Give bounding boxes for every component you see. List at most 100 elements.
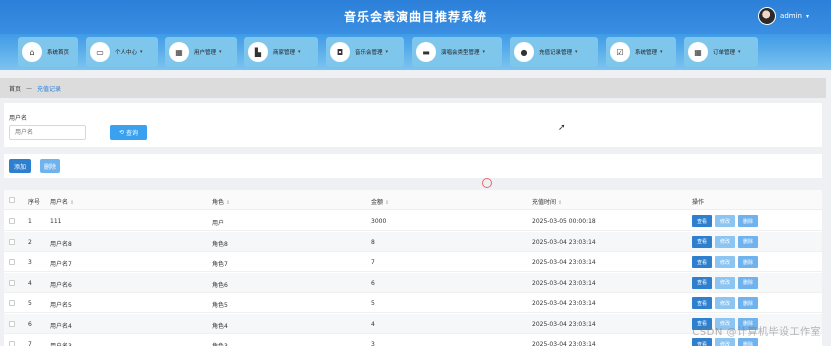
breadcrumb-current: 充值记录 [37, 85, 62, 93]
edit-button[interactable]: 修改 [715, 297, 735, 309]
row-checkbox[interactable] [9, 341, 15, 346]
nav-item-label: 演唱会类型管理 [441, 50, 480, 56]
delete-button[interactable]: 删除 [738, 338, 758, 346]
cell-time: 2025-03-04 23:03:14 [532, 320, 596, 328]
cell-role: 角色3 [212, 341, 228, 346]
username-label[interactable]: admin [780, 12, 802, 20]
header-ops: 操作 [692, 199, 705, 206]
view-button[interactable]: 查看 [692, 297, 712, 309]
chevron-down-icon: ▾ [575, 49, 578, 55]
nav-item-label: 个人中心 [115, 50, 138, 56]
cell-username: 111 [50, 218, 62, 225]
delete-button[interactable]: 删除 [738, 235, 758, 248]
delete-button[interactable]: 删除 [738, 276, 758, 289]
edit-button[interactable]: 修改 [715, 338, 735, 346]
window-icon: ▭ [90, 42, 110, 62]
action-bar: 添加 删除 [4, 154, 822, 178]
chevron-down-icon: ▾ [738, 49, 741, 55]
table-row[interactable]: 5 用户名5 角色5 5 2025-03-04 23:03:14 查看 修改 删除 [4, 293, 822, 313]
nav-item-label: 系统首页 [47, 50, 70, 56]
delete-button[interactable]: 删除 [738, 215, 758, 227]
search-button-label: 查询 [126, 130, 139, 137]
cell-amount: 6 [371, 279, 375, 287]
edit-button[interactable]: 修改 [715, 215, 735, 227]
nav-item-2[interactable]: ▦ 用户管理 ▾ [165, 37, 237, 67]
nav-item-label: 订单管理 [713, 50, 736, 56]
row-checkbox[interactable] [9, 279, 15, 286]
cell-amount: 8 [371, 238, 375, 246]
main-nav: ⌂ 系统首页 ▭ 个人中心 ▾ ▦ 用户管理 ▾ ▙ 商家管理 ▾ ◘ 音乐会管理 ▾ ▬ 演唱会类型管理 ▾ ●… [0, 34, 831, 70]
cell-index: 1 [28, 218, 32, 225]
cell-amount: 5 [371, 300, 375, 307]
cell-role: 角色7 [212, 261, 228, 268]
chevron-down-icon: ▾ [385, 49, 389, 55]
cell-amount: 3 [371, 341, 375, 346]
cell-time: 2025-03-04 23:03:14 [532, 238, 596, 246]
cell-index: 4 [28, 279, 32, 287]
cell-index: 6 [28, 320, 32, 328]
cell-role: 角色4 [212, 322, 228, 330]
nav-item-0[interactable]: ⌂ 系统首页 [18, 37, 78, 67]
search-label: 用户名 [9, 115, 28, 122]
search-button[interactable]: ⟲ 查询 [110, 125, 147, 140]
nav-item-3[interactable]: ▙ 商家管理 ▾ [244, 37, 318, 67]
table-row[interactable]: 2 用户名8 角色8 8 2025-03-04 23:03:14 查看 修改 删除 [4, 231, 822, 252]
monitor-icon: ▬ [416, 42, 436, 62]
view-button[interactable]: 查看 [692, 338, 712, 346]
chevron-down-icon: ▾ [219, 49, 222, 55]
nav-item-8[interactable]: ▦ 订单管理 ▾ [684, 37, 758, 67]
row-checkbox[interactable] [9, 218, 15, 224]
cell-username: 用户名5 [50, 302, 72, 309]
user-menu[interactable]: admin ▾ [758, 7, 809, 25]
row-checkbox[interactable] [9, 259, 15, 265]
row-checkbox[interactable] [9, 238, 15, 245]
bulk-delete-button[interactable]: 删除 [40, 159, 60, 173]
sort-icon: ⇕ [558, 200, 563, 206]
grid-icon: ▦ [688, 42, 708, 62]
delete-button[interactable]: 删除 [738, 256, 758, 268]
delete-button[interactable]: 删除 [738, 297, 758, 309]
search-input[interactable] [9, 125, 86, 140]
header-role[interactable]: 角色 ⇕ [212, 197, 230, 206]
loading-spinner-icon [482, 178, 492, 188]
chevron-down-icon[interactable]: ▾ [806, 13, 809, 20]
cell-time: 2025-03-04 23:03:14 [532, 279, 596, 287]
edit-button[interactable]: 修改 [715, 235, 735, 248]
nav-item-7[interactable]: ☑ 系统管理 ▾ [606, 37, 676, 67]
table-row[interactable]: 1 111 用户 3000 2025-03-05 00:00:18 查看 修改 删除 [4, 211, 822, 231]
add-button[interactable]: 添加 [9, 159, 31, 173]
chart-icon: ▙ [248, 42, 268, 62]
nav-item-label: 系统管理 [635, 50, 658, 56]
header-username[interactable]: 用户名 ⇕ [50, 197, 74, 206]
view-button[interactable]: 查看 [692, 235, 712, 248]
cell-username: 用户名3 [50, 341, 72, 346]
table-row[interactable]: 3 用户名7 角色7 7 2025-03-04 23:03:14 查看 修改 删除 [4, 252, 822, 272]
header-time[interactable]: 充值时间 ⇕ [532, 197, 562, 206]
cell-time: 2025-03-05 00:00:18 [532, 218, 596, 225]
table-row[interactable]: 4 用户名6 角色6 6 2025-03-04 23:03:14 查看 修改 删除 [4, 272, 822, 293]
row-checkbox[interactable] [9, 300, 15, 306]
cell-role: 角色5 [212, 302, 228, 309]
row-checkbox[interactable] [9, 320, 15, 327]
nav-item-1[interactable]: ▭ 个人中心 ▾ [86, 37, 158, 67]
edit-button[interactable]: 修改 [715, 256, 735, 268]
breadcrumb-home[interactable]: 首页 [9, 84, 21, 93]
sort-icon: ⇕ [226, 200, 231, 206]
header-amount[interactable]: 金额 ⇕ [371, 197, 389, 206]
search-panel: 用户名 ⟲ 查询 [4, 103, 822, 147]
chevron-down-icon: ▾ [660, 49, 663, 55]
nav-item-6[interactable]: ● 充值记录管理 ▾ [510, 37, 598, 67]
view-button[interactable]: 查看 [692, 256, 712, 268]
nav-item-5[interactable]: ▬ 演唱会类型管理 ▾ [412, 37, 502, 67]
cell-index: 5 [28, 300, 32, 307]
cell-index: 2 [28, 238, 32, 246]
nav-item-label: 充值记录管理 [539, 50, 573, 56]
avatar[interactable] [758, 7, 777, 25]
edit-button[interactable]: 修改 [715, 276, 735, 289]
view-button[interactable]: 查看 [692, 215, 712, 227]
nav-item-4[interactable]: ◘ 音乐会管理 ▾ [326, 37, 404, 67]
select-all-checkbox[interactable] [9, 197, 15, 203]
chevron-down-icon: ▾ [482, 49, 486, 55]
view-button[interactable]: 查看 [692, 276, 712, 289]
cell-role: 角色8 [212, 240, 228, 248]
